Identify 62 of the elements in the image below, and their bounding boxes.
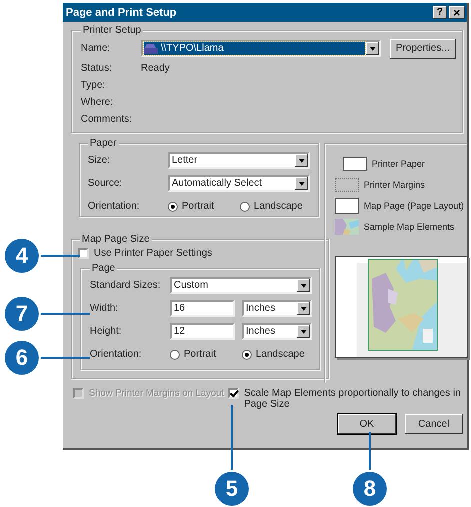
radio-button[interactable]: Landscape — [240, 201, 312, 212]
step-marker: 5 — [215, 472, 249, 506]
group-title: Paper — [89, 138, 118, 149]
group-title: Map Page Size — [81, 234, 151, 245]
legend-label: Printer Paper — [372, 158, 426, 168]
radio-button[interactable]: Landscape — [242, 349, 314, 360]
dropdown[interactable]: Automatically Select — [168, 175, 310, 192]
legend-label: Map Page (Page Layout) — [364, 200, 464, 210]
field-label: Where: — [81, 97, 114, 108]
dropdown[interactable]: Custom — [170, 277, 312, 294]
caret-icon — [297, 279, 310, 292]
field-label: Status: — [81, 63, 114, 74]
map-elements-icon — [335, 218, 359, 234]
caret-icon — [366, 42, 379, 55]
field-label: Height: — [90, 326, 123, 337]
leader-line — [369, 432, 371, 473]
field-label: Width: — [90, 303, 120, 314]
paper-icon — [343, 156, 367, 170]
dropdown[interactable]: Inches — [242, 323, 312, 340]
group-title: Page — [91, 263, 116, 274]
caret-icon — [295, 177, 308, 190]
input-field[interactable]: 16 — [170, 300, 235, 317]
close-button[interactable]: × — [449, 6, 465, 19]
field-label: Orientation: — [90, 349, 143, 360]
field-label: Size: — [88, 155, 112, 166]
dropdown[interactable]: \\TYPO\Llama — [141, 40, 381, 57]
step-marker: 4 — [5, 239, 39, 273]
field-value: Ready — [141, 63, 170, 74]
legend-label: Sample Map Elements — [364, 222, 455, 232]
window-title: Page and Print Setup — [66, 6, 177, 18]
step-marker: 6 — [5, 341, 39, 375]
printer-icon — [144, 42, 158, 54]
margins-icon — [335, 178, 359, 192]
step-marker: 8 — [353, 472, 387, 506]
field-label: Comments: — [81, 114, 134, 125]
caret-icon — [297, 302, 310, 315]
checkbox[interactable]: Use Printer Paper Settings — [78, 245, 321, 261]
dropdown[interactable]: Letter — [168, 152, 310, 169]
help-button[interactable]: ? — [433, 6, 447, 19]
leader-line — [38, 255, 80, 257]
leader-line — [38, 357, 90, 359]
dropdown[interactable]: Inches — [242, 300, 312, 317]
page-icon — [335, 198, 359, 214]
radio-button[interactable]: Portrait — [170, 349, 242, 360]
step-marker: 7 — [5, 297, 39, 331]
ok-button[interactable]: OK — [338, 414, 396, 434]
caret-icon — [295, 154, 308, 167]
legend-label: Printer Margins — [364, 180, 426, 190]
leader-line — [231, 405, 233, 473]
checkbox[interactable]: Scale Map Elements proportionally to changes in Page Size — [228, 388, 464, 410]
properties-button[interactable]: Properties... — [390, 38, 456, 58]
caret-icon — [297, 325, 310, 338]
radio-button[interactable]: Portrait — [168, 201, 240, 212]
field-label: Name: — [81, 43, 112, 54]
field-label: Standard Sizes: — [90, 280, 162, 291]
cancel-button[interactable]: Cancel — [405, 414, 463, 434]
field-label: Orientation: — [88, 201, 141, 212]
leader-line — [38, 313, 90, 315]
group-title: Printer Setup — [82, 25, 142, 36]
field-label: Type: — [81, 80, 106, 91]
input-field[interactable]: 12 — [170, 323, 235, 340]
field-label: Source: — [88, 178, 124, 189]
